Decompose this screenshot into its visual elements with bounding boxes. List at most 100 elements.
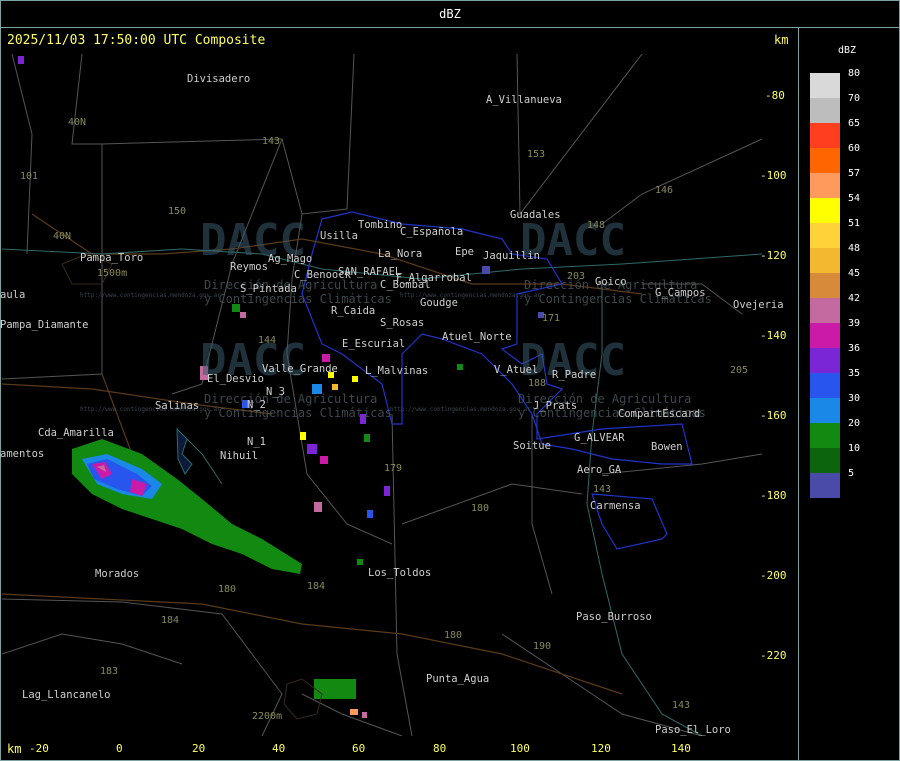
x-tick: -20 <box>29 742 49 755</box>
place-label: Lag_Llancanelo <box>22 689 111 701</box>
y-tick: -120 <box>760 249 787 262</box>
legend-value: 5 <box>848 468 855 479</box>
echo <box>314 679 356 699</box>
road-label: 143 <box>262 136 281 147</box>
echo <box>357 559 363 565</box>
echo <box>240 312 246 318</box>
echo <box>322 354 330 362</box>
place-label: Punta_Agua <box>426 673 490 685</box>
y-unit-label: km <box>774 33 789 47</box>
place-label: S_Pintada <box>240 283 297 295</box>
legend-value: 65 <box>848 118 861 129</box>
legend-swatch <box>810 423 840 448</box>
place-label: A_Villanueva <box>486 94 562 106</box>
place-label: La_Nora <box>378 248 423 260</box>
echo <box>300 432 306 440</box>
place-label: CompartEscard <box>618 408 701 420</box>
legend-swatch <box>810 198 840 223</box>
legend-swatch <box>810 148 840 173</box>
y-tick: -80 <box>765 89 785 102</box>
place-label: Salinas <box>155 400 200 412</box>
road-label: 150 <box>168 206 187 217</box>
y-tick: -140 <box>760 329 787 342</box>
place-label: SAN_RAFAEL <box>338 266 402 278</box>
x-tick: 120 <box>591 742 611 755</box>
place-label: Pampa_Diamante <box>0 319 89 331</box>
road-label: 188 <box>528 378 547 389</box>
road-label: 146 <box>655 185 674 196</box>
road-label: 184 <box>307 581 326 592</box>
place-label: Paso_El_Loro <box>655 724 731 736</box>
legend-value: 80 <box>848 68 861 79</box>
road-label: 180 <box>444 630 463 641</box>
place-label: R_Padre <box>552 369 597 381</box>
watermark-url: http://www.contingencias.mendoza.gov.ar <box>80 292 221 299</box>
place-label: G_Campos <box>655 287 706 299</box>
road-label: 2200m <box>252 711 283 722</box>
road-label: 203 <box>567 271 586 282</box>
place-label: amentos <box>0 448 45 460</box>
legend-value: 36 <box>848 343 861 354</box>
road-label: 171 <box>542 313 561 324</box>
x-unit-label: km <box>7 742 22 756</box>
echo <box>384 486 390 496</box>
place-label: Cda_Amarilla <box>38 427 114 439</box>
x-tick: 100 <box>510 742 530 755</box>
place-label: V_Atuel <box>494 364 539 376</box>
legend-swatch <box>810 273 840 298</box>
legend-value: 30 <box>848 393 861 404</box>
echo <box>367 510 373 518</box>
road-label: 101 <box>20 171 39 182</box>
place-label: Reymos <box>230 261 268 273</box>
legend-swatch <box>810 73 840 98</box>
place-label: Goico <box>595 276 627 288</box>
legend-value: 57 <box>848 168 861 179</box>
road-label: 148 <box>587 220 606 231</box>
place-label: Ovejeria <box>733 299 784 311</box>
legend-swatch <box>810 248 840 273</box>
legend-swatch <box>810 98 840 123</box>
place-label: E_Escurial <box>342 338 406 350</box>
place-label: Aero_GA <box>577 464 622 476</box>
echo <box>314 502 322 512</box>
place-label: N_1 <box>247 436 266 448</box>
x-tick: 80 <box>433 742 447 755</box>
legend-value: 42 <box>848 293 861 304</box>
place-label: C_Bombal <box>380 279 431 291</box>
place-label: Nihuil <box>220 450 258 462</box>
legend-swatch <box>810 398 840 423</box>
place-label: Paso_Burroso <box>576 611 652 623</box>
road-label: 184 <box>161 615 180 626</box>
place-label: Divisadero <box>187 73 251 85</box>
place-label: Epe <box>455 246 474 258</box>
place-label: Bowen <box>651 441 683 453</box>
legend-swatch <box>810 373 840 398</box>
place-label: C_Española <box>400 226 464 238</box>
road-label: 205 <box>730 365 749 376</box>
legend-value: 51 <box>848 218 861 229</box>
road-label: 153 <box>527 149 546 160</box>
echo <box>332 384 338 390</box>
place-label: J_Prats <box>533 400 578 412</box>
x-tick: 140 <box>671 742 691 755</box>
echo <box>18 56 24 64</box>
legend-swatch <box>810 323 840 348</box>
road-label: 180 <box>471 503 490 514</box>
place-label: Jaquillin <box>483 250 540 262</box>
echo <box>350 709 358 715</box>
place-label: R_Caida <box>331 305 376 317</box>
y-tick: -180 <box>760 489 787 502</box>
watermark-url: http://www.contingencias.mendoza.gov.ar <box>390 406 531 413</box>
echo <box>352 376 358 382</box>
legend-value: 20 <box>848 418 861 429</box>
place-label: Ag_Mago <box>268 253 313 265</box>
legend-value: 39 <box>848 318 861 329</box>
place-label: G_ALVEAR <box>574 432 625 444</box>
timestamp-label: 2025/11/03 17:50:00 UTC Composite <box>7 33 266 48</box>
x-tick: 0 <box>116 742 123 755</box>
header-title: dBZ <box>439 7 461 21</box>
legend-value: 54 <box>848 193 861 204</box>
legend-value: 45 <box>848 268 861 279</box>
place-label: El_Desvio <box>207 373 264 385</box>
place-label: Usilla <box>320 230 358 242</box>
